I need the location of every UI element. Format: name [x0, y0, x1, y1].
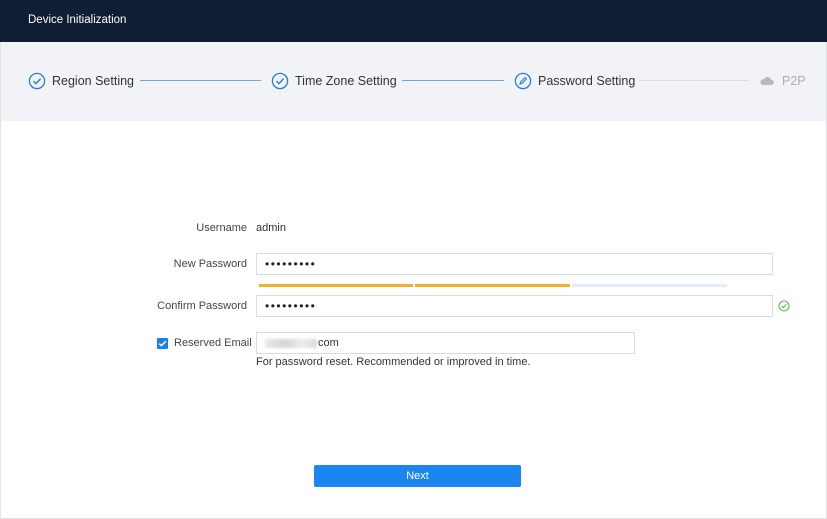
username-label: Username [196, 222, 247, 234]
wizard-steps: Region Setting Time Zone Setting Passwor… [0, 42, 827, 121]
new-password-label: New Password [173, 258, 247, 270]
check-circle-icon [271, 72, 289, 90]
reserved-email-checkbox[interactable] [157, 338, 168, 349]
step-region-setting: Region Setting [28, 72, 134, 90]
step-label: Password Setting [538, 74, 636, 88]
confirm-password-value: ••••••••• [265, 299, 317, 313]
pencil-circle-icon [514, 72, 532, 90]
checkmark-icon [158, 340, 167, 347]
username-value: admin [256, 222, 286, 234]
reserved-email-input[interactable]: com [256, 332, 635, 354]
step-label: P2P [782, 74, 806, 88]
step-connector [140, 80, 261, 81]
step-time-zone-setting: Time Zone Setting [271, 72, 397, 90]
step-connector [402, 80, 504, 81]
confirm-password-input[interactable]: ••••••••• [256, 295, 773, 317]
window-title: Device Initialization [28, 14, 127, 26]
step-connector [639, 80, 749, 81]
step-label: Region Setting [52, 74, 135, 88]
password-strength-segment [415, 284, 570, 287]
redacted-email-text [265, 338, 317, 348]
step-label: Time Zone Setting [295, 74, 397, 88]
email-hint: For password reset. Recommended or impro… [256, 356, 531, 368]
form-panel: Username admin New Password ••••••••• Co… [0, 121, 827, 519]
password-strength-segment [259, 284, 413, 287]
new-password-value: ••••••••• [265, 257, 317, 271]
new-password-input[interactable]: ••••••••• [256, 253, 773, 275]
step-password-setting: Password Setting [514, 72, 635, 90]
next-button[interactable]: Next [314, 465, 521, 487]
confirm-password-label: Confirm Password [157, 300, 247, 312]
email-domain-suffix: com [318, 337, 339, 349]
check-circle-icon [28, 72, 46, 90]
password-strength-segment [572, 284, 727, 287]
step-p2p: P2P [758, 72, 806, 90]
title-bar: Device Initialization [0, 0, 827, 42]
check-circle-icon [778, 300, 790, 312]
cloud-icon [760, 76, 774, 85]
reserved-email-label: Reserved Email [174, 337, 252, 349]
